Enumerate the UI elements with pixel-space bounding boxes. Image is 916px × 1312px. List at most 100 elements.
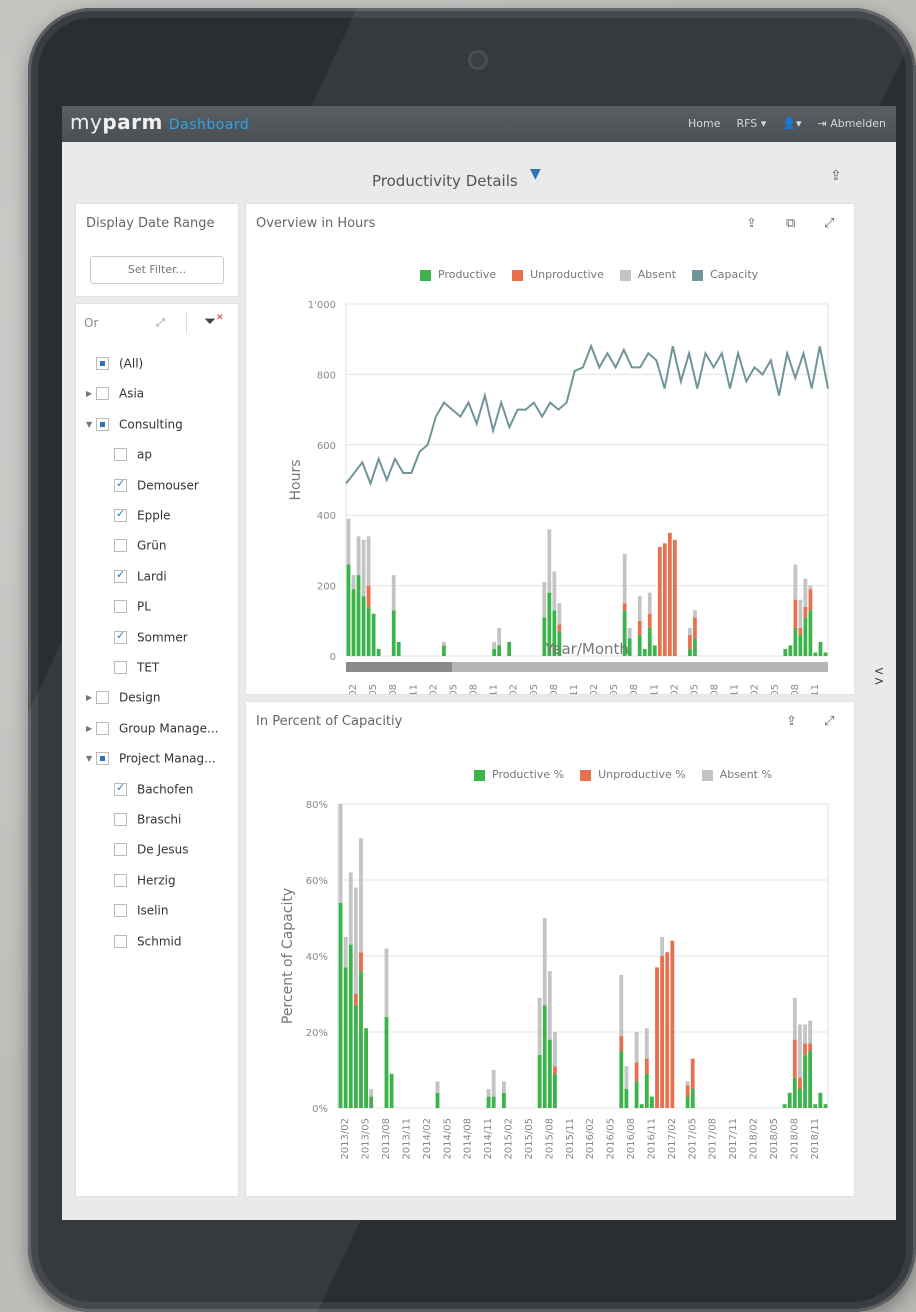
- bar-unproductive: [792, 1039, 797, 1078]
- brand-logo[interactable]: myparm Dashboard: [70, 110, 249, 134]
- collapse-arrow-icon[interactable]: ▼: [86, 420, 96, 429]
- bar-absent: [492, 641, 496, 649]
- x-tick-label: 2013/11: [401, 1118, 412, 1160]
- nav-logout[interactable]: ⇥ Abmelden: [818, 117, 887, 130]
- tree-item[interactable]: Grün: [114, 538, 166, 560]
- tree-item[interactable]: Lardi: [114, 568, 167, 591]
- tree-item[interactable]: PL: [114, 599, 151, 621]
- tree-checkbox[interactable]: [114, 843, 127, 857]
- tree-checkbox[interactable]: [114, 507, 127, 522]
- tree-item[interactable]: ▶ Asia: [86, 386, 144, 408]
- x-tick-label: 2015/08: [544, 1118, 555, 1160]
- x-tick-label: 2014/02: [422, 1118, 433, 1160]
- bar-productive: [364, 1028, 368, 1108]
- tree-checkbox[interactable]: [114, 661, 127, 674]
- bar-unproductive: [622, 603, 627, 611]
- bar-absent: [553, 1032, 557, 1067]
- bar-productive: [647, 627, 652, 656]
- tree-item[interactable]: Schmid: [114, 934, 181, 956]
- bar-productive: [492, 648, 496, 656]
- tree-checkbox[interactable]: [114, 539, 127, 553]
- export-icon[interactable]: ⇪: [830, 168, 842, 184]
- side-collapse-icon[interactable]: < >: [874, 665, 884, 687]
- tree-item[interactable]: ap: [114, 447, 152, 469]
- tree-item-label: Design: [119, 690, 161, 705]
- nav-rfs[interactable]: RFS ▾: [737, 117, 767, 130]
- nav-home[interactable]: Home: [688, 117, 720, 130]
- bar-absent: [497, 627, 502, 646]
- bar-productive: [644, 1073, 649, 1108]
- tree-item[interactable]: TET: [114, 660, 159, 682]
- nav-user[interactable]: 👤▾: [782, 117, 801, 130]
- tree-item[interactable]: ▼ Project Manag...: [86, 751, 216, 773]
- tree-item[interactable]: De Jesus: [114, 842, 188, 864]
- tree-item[interactable]: ▼ Consulting: [86, 417, 183, 439]
- tree-item-label: PL: [137, 599, 151, 614]
- tree-checkbox[interactable]: [114, 873, 127, 887]
- bar-productive: [688, 648, 692, 656]
- bar-unproductive: [808, 1043, 813, 1051]
- tree-item[interactable]: Iselin: [114, 903, 168, 925]
- tree-item[interactable]: Epple: [114, 507, 171, 530]
- tree-item[interactable]: ▶ Group Manage...: [86, 721, 218, 743]
- bar-productive: [813, 652, 818, 656]
- tree-item-label: TET: [137, 660, 160, 675]
- tree-checkbox[interactable]: [96, 357, 109, 370]
- x-tick-label: 2016/11: [649, 684, 660, 694]
- bar-productive: [442, 645, 446, 656]
- tree-checkbox[interactable]: [114, 600, 127, 614]
- bar-absent: [627, 627, 632, 639]
- filter-icon[interactable]: ▼: [530, 166, 541, 182]
- tree-item[interactable]: Herzig: [114, 873, 176, 895]
- x-tick-label: 2018/11: [810, 1118, 821, 1160]
- tree-checkbox[interactable]: [96, 417, 109, 431]
- tree-item-label: Group Manage...: [119, 721, 219, 736]
- x-tick-label: 2014/05: [442, 1118, 453, 1160]
- tree-item[interactable]: Sommer: [114, 629, 188, 652]
- tree-item[interactable]: Braschi: [114, 812, 181, 834]
- tree-checkbox[interactable]: [96, 387, 109, 401]
- tree-checkbox[interactable]: [114, 629, 127, 644]
- tree-checkbox[interactable]: [96, 721, 109, 735]
- bar-productive: [619, 1051, 624, 1108]
- bar-productive: [823, 1104, 828, 1108]
- bar-productive: [361, 596, 366, 656]
- expand-arrow-icon[interactable]: ▶: [86, 693, 96, 702]
- x-tick-label: 2013/02: [340, 1118, 351, 1160]
- tree-item[interactable]: Bachofen: [114, 781, 193, 804]
- tree-item[interactable]: ▶ Design: [86, 690, 160, 712]
- clear-filter-icon[interactable]: ⏷✕: [204, 312, 224, 330]
- tree-checkbox[interactable]: [114, 477, 127, 492]
- logout-icon: ⇥: [817, 117, 827, 130]
- bar-absent: [391, 575, 396, 611]
- tree-item[interactable]: (All): [96, 356, 143, 378]
- bar-absent: [353, 887, 358, 994]
- overview-hours-panel: Overview in Hours ⇪ ⧉ ⤢ Productive Unprod…: [246, 204, 854, 694]
- tree-checkbox[interactable]: [114, 448, 127, 462]
- bar-absent: [366, 536, 371, 586]
- expand-arrow-icon[interactable]: ▶: [86, 724, 96, 733]
- tree-checkbox[interactable]: [96, 691, 109, 705]
- tree-checkbox[interactable]: [114, 904, 127, 918]
- y-tick-label: 80%: [306, 800, 328, 811]
- tree-item[interactable]: Demouser: [114, 477, 199, 500]
- expand-arrow-icon[interactable]: ▶: [86, 389, 96, 398]
- tree-item-label: Braschi: [137, 812, 182, 827]
- tree-item-label: Iselin: [137, 903, 169, 918]
- tree-checkbox[interactable]: [114, 934, 127, 948]
- bar-productive: [803, 617, 808, 656]
- bar-absent: [634, 1032, 639, 1063]
- collapse-arrow-icon[interactable]: ▼: [86, 754, 96, 763]
- y-tick-label: 600: [317, 441, 336, 452]
- bar-unproductive: [619, 1035, 624, 1051]
- expand-icon[interactable]: ⤢: [156, 316, 165, 330]
- bar-unproductive: [553, 1066, 557, 1074]
- tree-checkbox[interactable]: [114, 781, 127, 796]
- x-tick-label: 2015/02: [504, 1118, 515, 1160]
- bar-productive: [818, 641, 823, 656]
- set-filter-button[interactable]: Set Filter...: [90, 256, 224, 284]
- bar-productive: [788, 645, 793, 656]
- tree-checkbox[interactable]: [114, 813, 127, 826]
- tree-checkbox[interactable]: [114, 568, 127, 583]
- tree-checkbox[interactable]: [96, 752, 109, 766]
